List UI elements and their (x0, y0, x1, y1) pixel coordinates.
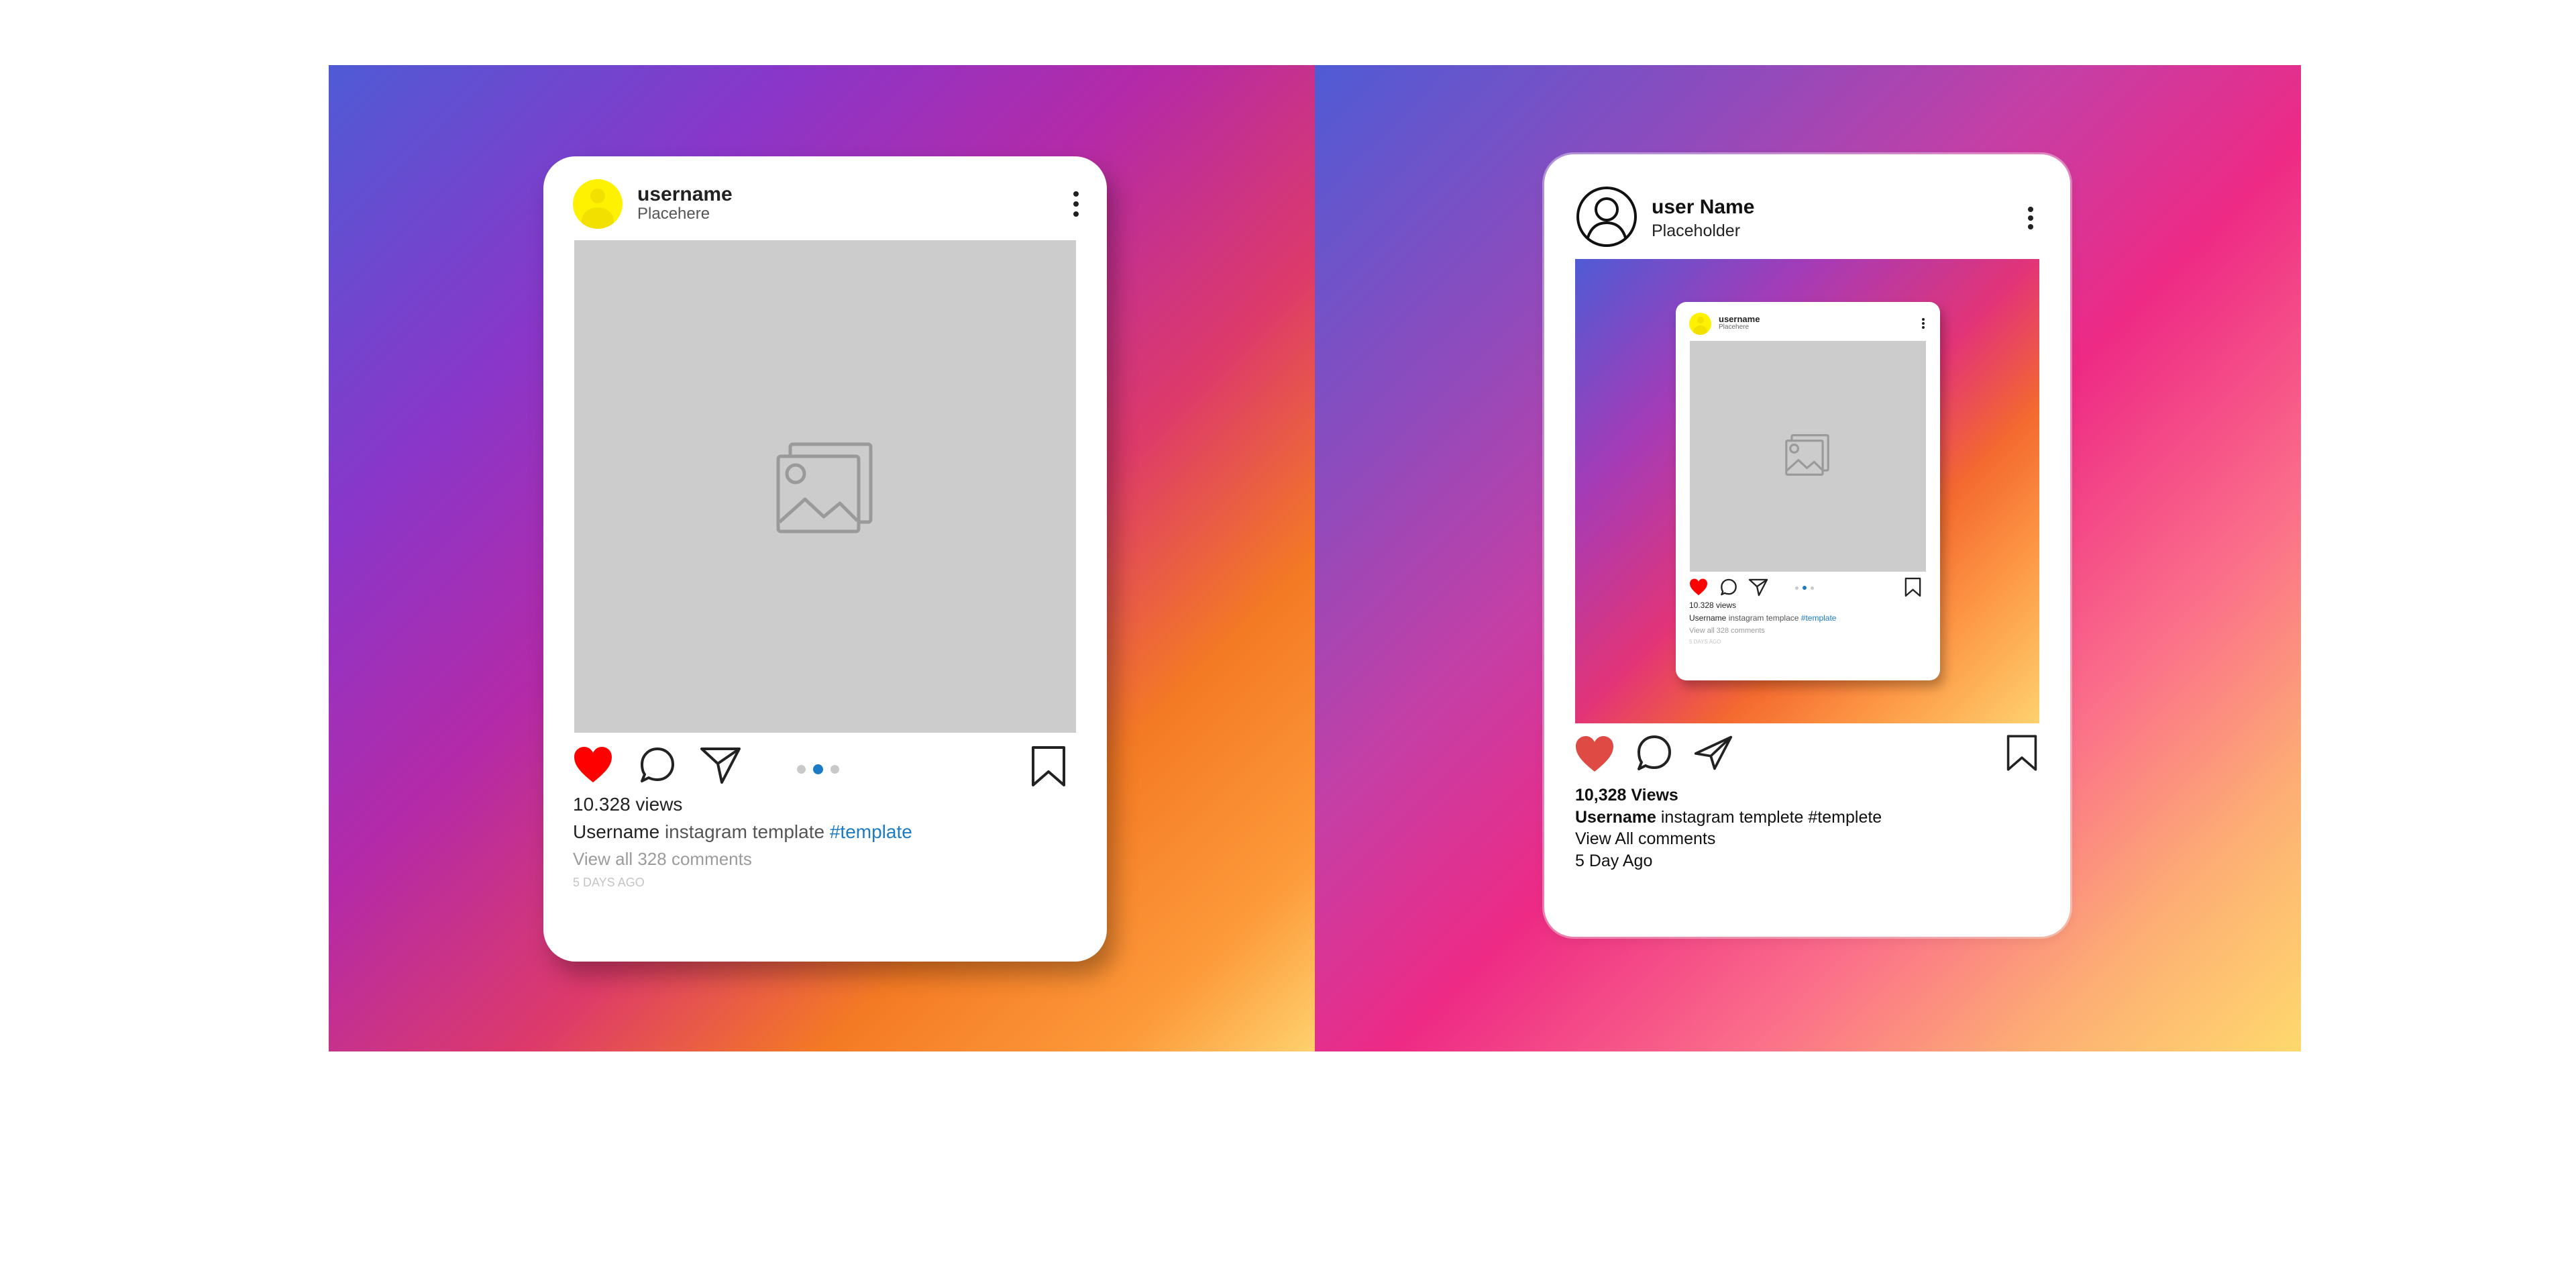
nested-caption-text: instagram templace (1728, 613, 1799, 623)
caption-hashtag[interactable]: #template (830, 821, 912, 842)
caption: Username instagram template #template (573, 821, 912, 843)
nested-carousel-dot-active (1803, 586, 1807, 590)
nested-caption-hashtag: #template (1801, 613, 1837, 623)
nested-post-card: username Placehere 10.328 views Username… (1676, 302, 1940, 680)
heart-icon[interactable] (1574, 735, 1615, 773)
caption: Username instagram templete #templete (1575, 808, 1882, 827)
nested-caption-username: Username (1689, 613, 1727, 623)
post-image[interactable]: username Placehere 10.328 views Username… (1575, 259, 2039, 723)
nested-more-options-icon (1921, 318, 1925, 329)
nested-views-count: 10.328 views (1689, 601, 1737, 610)
nested-comment-icon (1721, 578, 1737, 596)
caption-text: instagram template (664, 821, 825, 842)
view-comments-link[interactable]: View All comments (1575, 829, 1715, 849)
post-time: 5 Day Ago (1575, 852, 1653, 870)
carousel-dot[interactable] (830, 765, 839, 774)
nested-caption: Username instagram templace #template (1689, 613, 1836, 623)
post-image[interactable] (574, 240, 1076, 733)
more-options-icon[interactable] (2026, 207, 2035, 229)
carousel-dot[interactable] (797, 765, 806, 774)
heart-icon[interactable] (573, 746, 613, 784)
caption-username[interactable]: Username (573, 821, 659, 842)
nested-share-icon (1748, 578, 1768, 597)
post-card: user Name Placeholder username Placehere (1544, 154, 2070, 937)
share-icon[interactable] (699, 746, 742, 785)
nested-carousel-dot (1811, 586, 1814, 590)
comment-icon[interactable] (1635, 734, 1673, 772)
nested-bookmark-icon (1904, 577, 1921, 597)
caption-username[interactable]: Username (1575, 808, 1656, 827)
post-time: 5 DAYS AGO (573, 876, 645, 889)
left-gradient-panel: username Placehere 10.328 views Username… (329, 65, 1315, 1051)
caption-text: instagram templete #templete (1660, 808, 1882, 827)
views-count: 10,328 Views (1575, 786, 1678, 805)
nested-image-placeholder-icon (1785, 434, 1829, 476)
image-placeholder-icon (776, 442, 873, 533)
right-gradient-panel: user Name Placeholder username Placehere (1315, 65, 2301, 1051)
avatar[interactable] (573, 179, 623, 229)
nested-heart-icon (1690, 578, 1707, 596)
nested-avatar (1689, 313, 1711, 335)
bookmark-icon[interactable] (2006, 733, 2038, 773)
share-icon[interactable] (1693, 734, 1733, 772)
avatar-icon[interactable] (1575, 185, 1638, 248)
more-options-icon[interactable] (1071, 191, 1081, 218)
post-location: Placeholder (1652, 221, 1741, 240)
carousel-dot-active[interactable] (813, 764, 823, 774)
views-count: 10.328 views (573, 794, 683, 815)
nested-username: username (1719, 314, 1760, 324)
nested-post-time: 5 DAYS AGO (1689, 639, 1721, 645)
nested-comments-link: View all 328 comments (1689, 627, 1765, 635)
post-card: username Placehere 10.328 views Username… (543, 156, 1107, 962)
nested-carousel-dot (1795, 586, 1799, 590)
nested-location: Placehere (1719, 323, 1750, 331)
post-username[interactable]: username (637, 183, 733, 206)
post-location: Placehere (637, 205, 710, 223)
post-username[interactable]: user Name (1652, 196, 1754, 219)
nested-image (1690, 341, 1926, 572)
comment-icon[interactable] (639, 746, 676, 784)
bookmark-icon[interactable] (1030, 745, 1067, 788)
view-comments-link[interactable]: View all 328 comments (573, 849, 752, 870)
